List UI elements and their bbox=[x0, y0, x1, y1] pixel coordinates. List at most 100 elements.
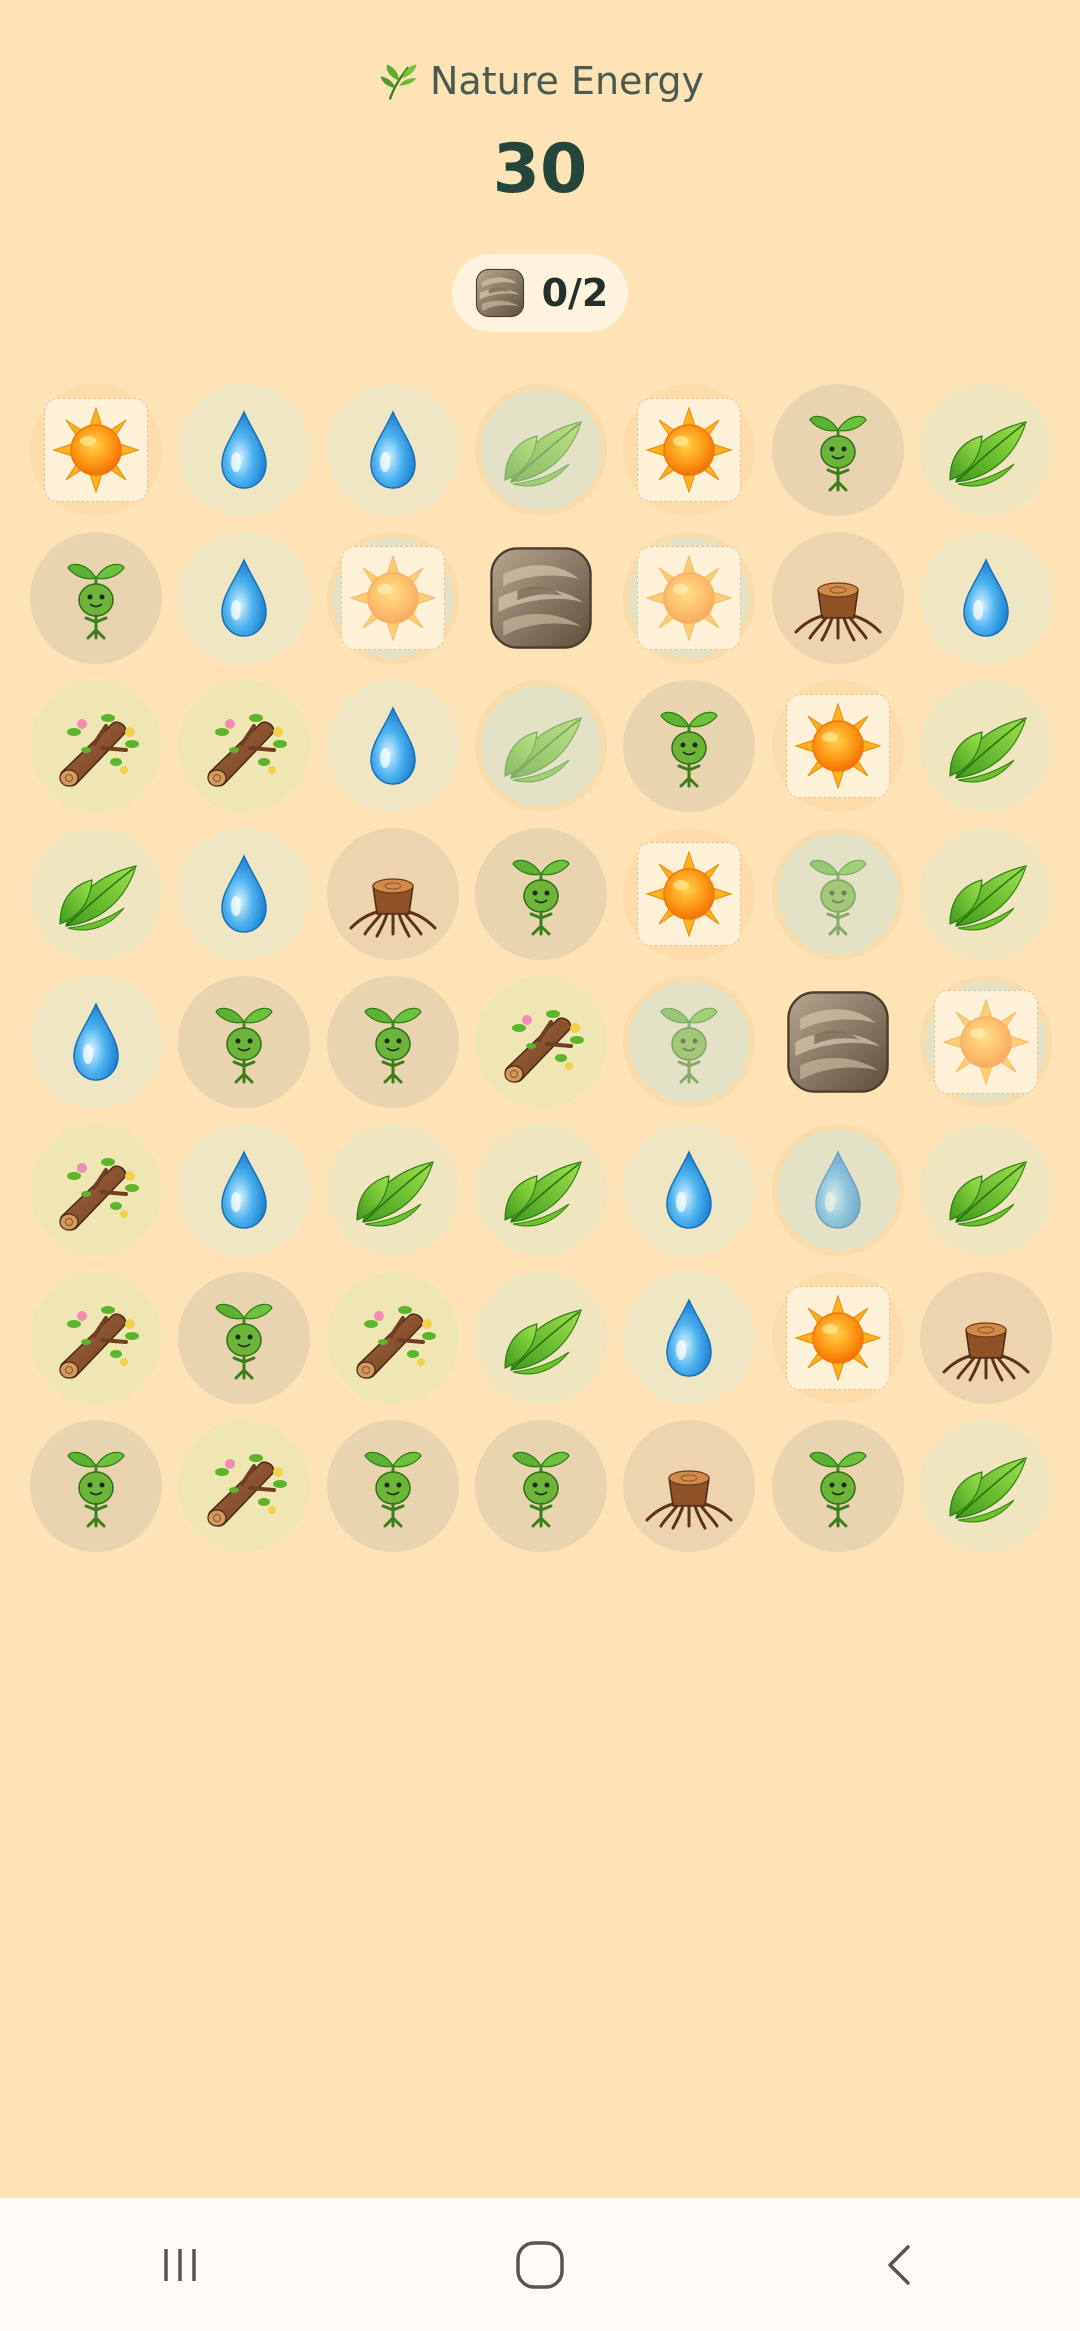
home-button[interactable] bbox=[480, 2215, 600, 2315]
tile-sprout[interactable] bbox=[771, 1420, 904, 1552]
tile-sprout[interactable] bbox=[474, 1420, 607, 1552]
water-icon bbox=[343, 696, 443, 796]
leaf-icon bbox=[936, 696, 1036, 796]
tile-log[interactable] bbox=[30, 680, 162, 812]
tile-leaf[interactable] bbox=[30, 828, 162, 960]
tile-water[interactable] bbox=[771, 1124, 904, 1256]
tile-sprout[interactable] bbox=[30, 1420, 162, 1552]
tile-sun[interactable] bbox=[326, 532, 459, 664]
sun-icon bbox=[788, 1288, 888, 1388]
tile-rock[interactable] bbox=[475, 532, 607, 664]
tile-sprout[interactable] bbox=[474, 828, 607, 960]
tile-sun[interactable] bbox=[771, 680, 904, 812]
tile-log[interactable] bbox=[178, 680, 311, 812]
sprout-icon bbox=[788, 844, 888, 944]
back-button[interactable] bbox=[840, 2215, 960, 2315]
tile-log[interactable] bbox=[30, 1272, 162, 1404]
tile-sprout[interactable] bbox=[178, 1272, 311, 1404]
tile-log[interactable] bbox=[474, 976, 607, 1108]
water-icon bbox=[788, 1140, 888, 1240]
leaf-icon bbox=[491, 400, 591, 500]
log-icon bbox=[194, 696, 294, 796]
water-icon bbox=[194, 400, 294, 500]
tile-leaf[interactable] bbox=[919, 680, 1052, 812]
tile-stump[interactable] bbox=[771, 532, 904, 664]
stump-icon bbox=[639, 1436, 739, 1536]
stump-icon bbox=[343, 844, 443, 944]
tile-sprout[interactable] bbox=[771, 828, 904, 960]
leaf-icon bbox=[936, 844, 1036, 944]
tile-water[interactable] bbox=[326, 680, 459, 812]
tile-sprout[interactable] bbox=[771, 384, 904, 516]
tile-water[interactable] bbox=[326, 384, 459, 516]
sun-icon bbox=[343, 548, 443, 648]
tile-sun[interactable] bbox=[623, 384, 756, 516]
tile-leaf[interactable] bbox=[474, 680, 607, 812]
tile-sprout[interactable] bbox=[326, 1420, 459, 1552]
tile-water[interactable] bbox=[178, 1124, 311, 1256]
board-row bbox=[30, 532, 1052, 680]
log-icon bbox=[46, 696, 146, 796]
tile-leaf[interactable] bbox=[474, 1124, 607, 1256]
tile-sprout[interactable] bbox=[623, 976, 756, 1108]
board-row bbox=[30, 384, 1052, 532]
tile-water[interactable] bbox=[178, 828, 311, 960]
water-icon bbox=[639, 1140, 739, 1240]
tile-log[interactable] bbox=[326, 1272, 459, 1404]
sun-icon bbox=[788, 696, 888, 796]
tile-sprout[interactable] bbox=[178, 976, 311, 1108]
sun-icon bbox=[639, 548, 739, 648]
tile-sprout[interactable] bbox=[623, 680, 756, 812]
tile-stump[interactable] bbox=[623, 1420, 756, 1552]
tile-water[interactable] bbox=[919, 532, 1052, 664]
recents-button[interactable] bbox=[120, 2215, 240, 2315]
tile-water[interactable] bbox=[623, 1272, 756, 1404]
tile-leaf[interactable] bbox=[326, 1124, 459, 1256]
title-row: Nature Energy bbox=[0, 58, 1080, 104]
tile-sun[interactable] bbox=[30, 384, 162, 516]
log-icon bbox=[46, 1140, 146, 1240]
sprout-icon bbox=[194, 1288, 294, 1388]
stump-icon bbox=[936, 1288, 1036, 1388]
tile-sun[interactable] bbox=[623, 828, 756, 960]
water-icon bbox=[936, 548, 1036, 648]
sun-icon bbox=[46, 400, 146, 500]
tile-water[interactable] bbox=[30, 976, 162, 1108]
tile-leaf[interactable] bbox=[474, 1272, 607, 1404]
tile-sun[interactable] bbox=[771, 1272, 904, 1404]
leaf-icon bbox=[936, 400, 1036, 500]
tile-leaf[interactable] bbox=[474, 384, 607, 516]
tile-rock[interactable] bbox=[772, 976, 904, 1108]
tile-sprout[interactable] bbox=[326, 976, 459, 1108]
sprout-icon bbox=[194, 992, 294, 1092]
rock-icon bbox=[779, 983, 897, 1101]
tile-water[interactable] bbox=[623, 1124, 756, 1256]
tile-stump[interactable] bbox=[919, 1272, 1052, 1404]
tile-stump[interactable] bbox=[326, 828, 459, 960]
sprout-icon bbox=[788, 400, 888, 500]
tile-sprout[interactable] bbox=[30, 532, 162, 664]
tile-leaf[interactable] bbox=[919, 384, 1052, 516]
tile-log[interactable] bbox=[30, 1124, 162, 1256]
board-row bbox=[30, 1124, 1052, 1272]
board-row bbox=[30, 828, 1052, 976]
sprout-icon bbox=[788, 1436, 888, 1536]
android-nav-bar bbox=[0, 2198, 1080, 2331]
stump-icon bbox=[788, 548, 888, 648]
leaf-icon bbox=[343, 1140, 443, 1240]
tile-leaf[interactable] bbox=[919, 1124, 1052, 1256]
home-icon bbox=[516, 2240, 564, 2289]
tile-sun[interactable] bbox=[623, 532, 756, 664]
sun-icon bbox=[639, 844, 739, 944]
tile-leaf[interactable] bbox=[919, 1420, 1052, 1552]
tile-water[interactable] bbox=[178, 532, 311, 664]
tile-sun[interactable] bbox=[919, 976, 1052, 1108]
board-row bbox=[30, 1272, 1052, 1420]
sprout-icon bbox=[639, 696, 739, 796]
game-title: Nature Energy bbox=[430, 59, 704, 103]
tile-water[interactable] bbox=[178, 384, 311, 516]
tile-leaf[interactable] bbox=[919, 828, 1052, 960]
leaf-sprig-icon bbox=[376, 58, 422, 104]
tile-log[interactable] bbox=[178, 1420, 311, 1552]
rock-icon bbox=[472, 265, 528, 321]
